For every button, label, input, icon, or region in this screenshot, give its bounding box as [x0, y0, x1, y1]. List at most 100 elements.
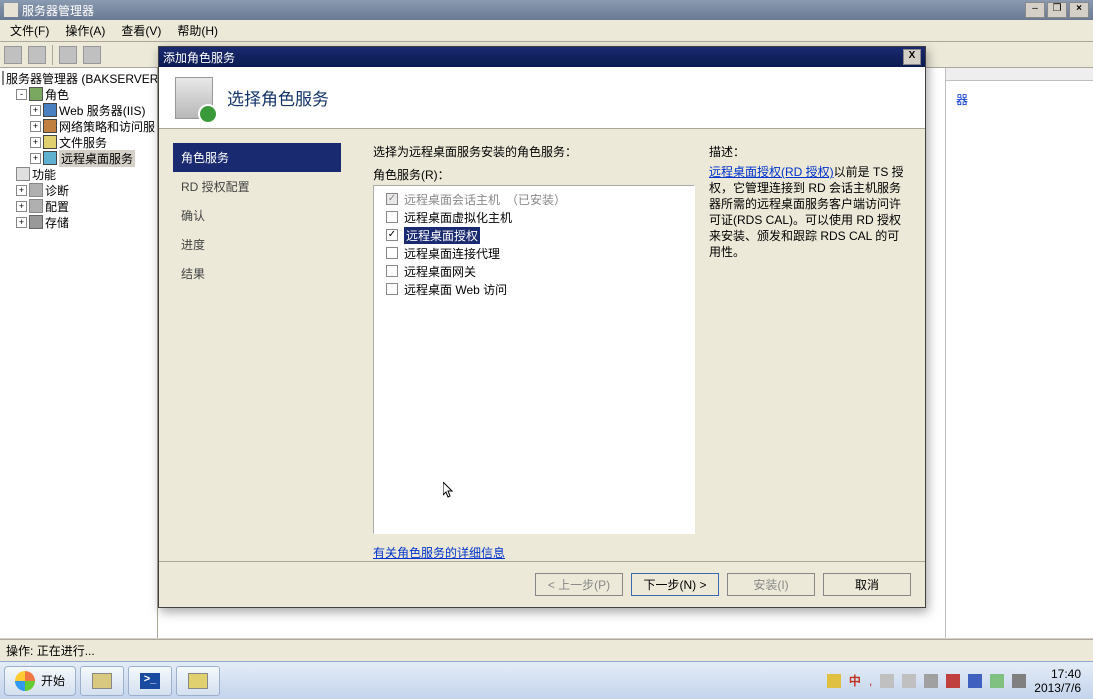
service-item[interactable]: 远程桌面虚拟化主机 [378, 208, 690, 226]
tree-storage[interactable]: + 存储 [16, 214, 155, 230]
wizard-buttons: < 上一步(P) 下一步(N) > 安装(I) 取消 [159, 561, 925, 607]
tree-nap[interactable]: + 网络策略和访问服 [30, 118, 155, 134]
service-label: 远程桌面 Web 访问 [404, 281, 507, 298]
tray-icon[interactable] [827, 674, 841, 688]
expand-icon[interactable]: + [30, 137, 41, 148]
checkbox[interactable] [386, 211, 398, 223]
service-item[interactable]: 远程桌面网关 [378, 262, 690, 280]
nav-progress[interactable]: 进度 [173, 230, 341, 259]
actions-link[interactable]: 器 [956, 91, 1083, 108]
checkbox[interactable] [386, 283, 398, 295]
wizard-title-text: 添加角色服务 [163, 49, 235, 66]
help-icon[interactable] [83, 46, 101, 64]
menu-view[interactable]: 查看(V) [115, 20, 167, 41]
network-icon [43, 119, 57, 133]
service-item[interactable]: 远程桌面连接代理 [378, 244, 690, 262]
service-label: 远程桌面虚拟化主机 [404, 209, 512, 226]
tree-config[interactable]: + 配置 [16, 198, 155, 214]
task-server-manager[interactable] [80, 666, 124, 696]
role-services-list[interactable]: ✓远程桌面会话主机 （已安装）远程桌面虚拟化主机✓远程桌面授权远程桌面连接代理远… [373, 185, 695, 534]
wizard-prompt: 选择为远程桌面服务安装的角色服务： [373, 143, 695, 160]
tree-pane[interactable]: 服务器管理器 (BAKSERVER - 角色 + Web 服务器(IIS) + … [0, 68, 158, 638]
expand-icon[interactable]: + [16, 201, 27, 212]
clock-time: 17:40 [1034, 667, 1081, 681]
task-explorer[interactable] [176, 666, 220, 696]
tree-file[interactable]: + 文件服务 [30, 134, 155, 150]
close-button[interactable]: × [1069, 2, 1089, 18]
tree-roles[interactable]: - 角色 [16, 86, 155, 102]
tree-features[interactable]: 功能 [16, 166, 155, 182]
service-item[interactable]: ✓远程桌面会话主机 （已安装） [378, 190, 690, 208]
prev-button[interactable]: < 上一步(P) [535, 573, 623, 596]
install-button[interactable]: 安装(I) [727, 573, 815, 596]
expand-icon[interactable]: + [30, 153, 41, 164]
more-info-link[interactable]: 有关角色服务的详细信息 [373, 544, 695, 561]
tree-label: 角色 [45, 86, 69, 103]
service-item[interactable]: 远程桌面 Web 访问 [378, 280, 690, 298]
features-icon [16, 167, 30, 181]
tray-icon[interactable] [946, 674, 960, 688]
next-button[interactable]: 下一步(N) > [631, 573, 719, 596]
tree-web[interactable]: + Web 服务器(IIS) [30, 102, 155, 118]
app-icon [4, 3, 18, 17]
menu-help[interactable]: 帮助(H) [171, 20, 224, 41]
task-powershell[interactable]: >_ [128, 666, 172, 696]
checkbox[interactable] [386, 265, 398, 277]
clock-date: 2013/7/6 [1034, 681, 1081, 695]
main-titlebar: 服务器管理器 – ❐ × [0, 0, 1093, 20]
nav-results[interactable]: 结果 [173, 259, 341, 288]
tray-icon[interactable] [968, 674, 982, 688]
nav-rd-license[interactable]: RD 授权配置 [173, 172, 341, 201]
desc-text: 以前是 TS 授权，它管理连接到 RD 会话主机服务器所需的远程桌面服务客户端访… [709, 165, 904, 259]
tree-label: 功能 [32, 166, 56, 183]
wizard-titlebar[interactable]: 添加角色服务 X [159, 47, 925, 67]
tree-rd[interactable]: + 远程桌面服务 [30, 150, 155, 166]
wizard-header-title: 选择角色服务 [227, 85, 329, 110]
nav-confirm[interactable]: 确认 [173, 201, 341, 230]
tree-label: 存储 [45, 214, 69, 231]
minimize-button[interactable]: – [1025, 2, 1045, 18]
menu-action[interactable]: 操作(A) [59, 20, 111, 41]
tree-diag[interactable]: + 诊断 [16, 182, 155, 198]
storage-icon [29, 215, 43, 229]
tree-label: 网络策略和访问服 [59, 118, 155, 135]
windows-orb-icon [15, 671, 35, 691]
system-tray: 中 , 17:40 2013/7/6 [819, 667, 1093, 695]
tray-icon[interactable] [902, 674, 916, 688]
diag-icon [29, 183, 43, 197]
expand-icon[interactable]: + [30, 121, 41, 132]
service-label: 远程桌面会话主机 [404, 191, 500, 208]
wizard-right: 描述： 远程桌面授权(RD 授权)以前是 TS 授权，它管理连接到 RD 会话主… [709, 143, 907, 561]
cancel-button[interactable]: 取消 [823, 573, 911, 596]
wizard-close-button[interactable]: X [903, 49, 921, 65]
tree-root[interactable]: 服务器管理器 (BAKSERVER [2, 70, 155, 86]
tray-icon[interactable] [990, 674, 1004, 688]
menu-file[interactable]: 文件(F) [4, 20, 55, 41]
tool-icon[interactable] [59, 46, 77, 64]
collapse-icon[interactable]: - [16, 89, 27, 100]
nav-role-services[interactable]: 角色服务 [173, 143, 341, 172]
tray-icon[interactable] [924, 674, 938, 688]
actions-pane: 器 [945, 68, 1093, 638]
volume-icon[interactable] [1012, 674, 1026, 688]
expand-icon[interactable]: + [16, 185, 27, 196]
tray-icon[interactable] [880, 674, 894, 688]
start-button[interactable]: 开始 [4, 666, 76, 696]
window-title: 服务器管理器 [22, 2, 94, 19]
expand-icon[interactable]: + [16, 217, 27, 228]
desc-body: 远程桌面授权(RD 授权)以前是 TS 授权，它管理连接到 RD 会话主机服务器… [709, 164, 907, 260]
checkbox[interactable] [386, 247, 398, 259]
status-label: 操作: [6, 642, 33, 659]
clock[interactable]: 17:40 2013/7/6 [1034, 667, 1085, 695]
back-icon[interactable] [4, 46, 22, 64]
window-controls: – ❐ × [1025, 2, 1089, 18]
forward-icon[interactable] [28, 46, 46, 64]
desc-link[interactable]: 远程桌面授权(RD 授权) [709, 165, 834, 179]
statusbar: 操作: 正在进行... [0, 639, 1093, 661]
ime-indicator[interactable]: 中 [849, 672, 861, 689]
checkbox[interactable]: ✓ [386, 229, 398, 241]
list-label: 角色服务(R)： [373, 166, 695, 183]
service-item[interactable]: ✓远程桌面授权 [378, 226, 690, 244]
maximize-button[interactable]: ❐ [1047, 2, 1067, 18]
expand-icon[interactable]: + [30, 105, 41, 116]
